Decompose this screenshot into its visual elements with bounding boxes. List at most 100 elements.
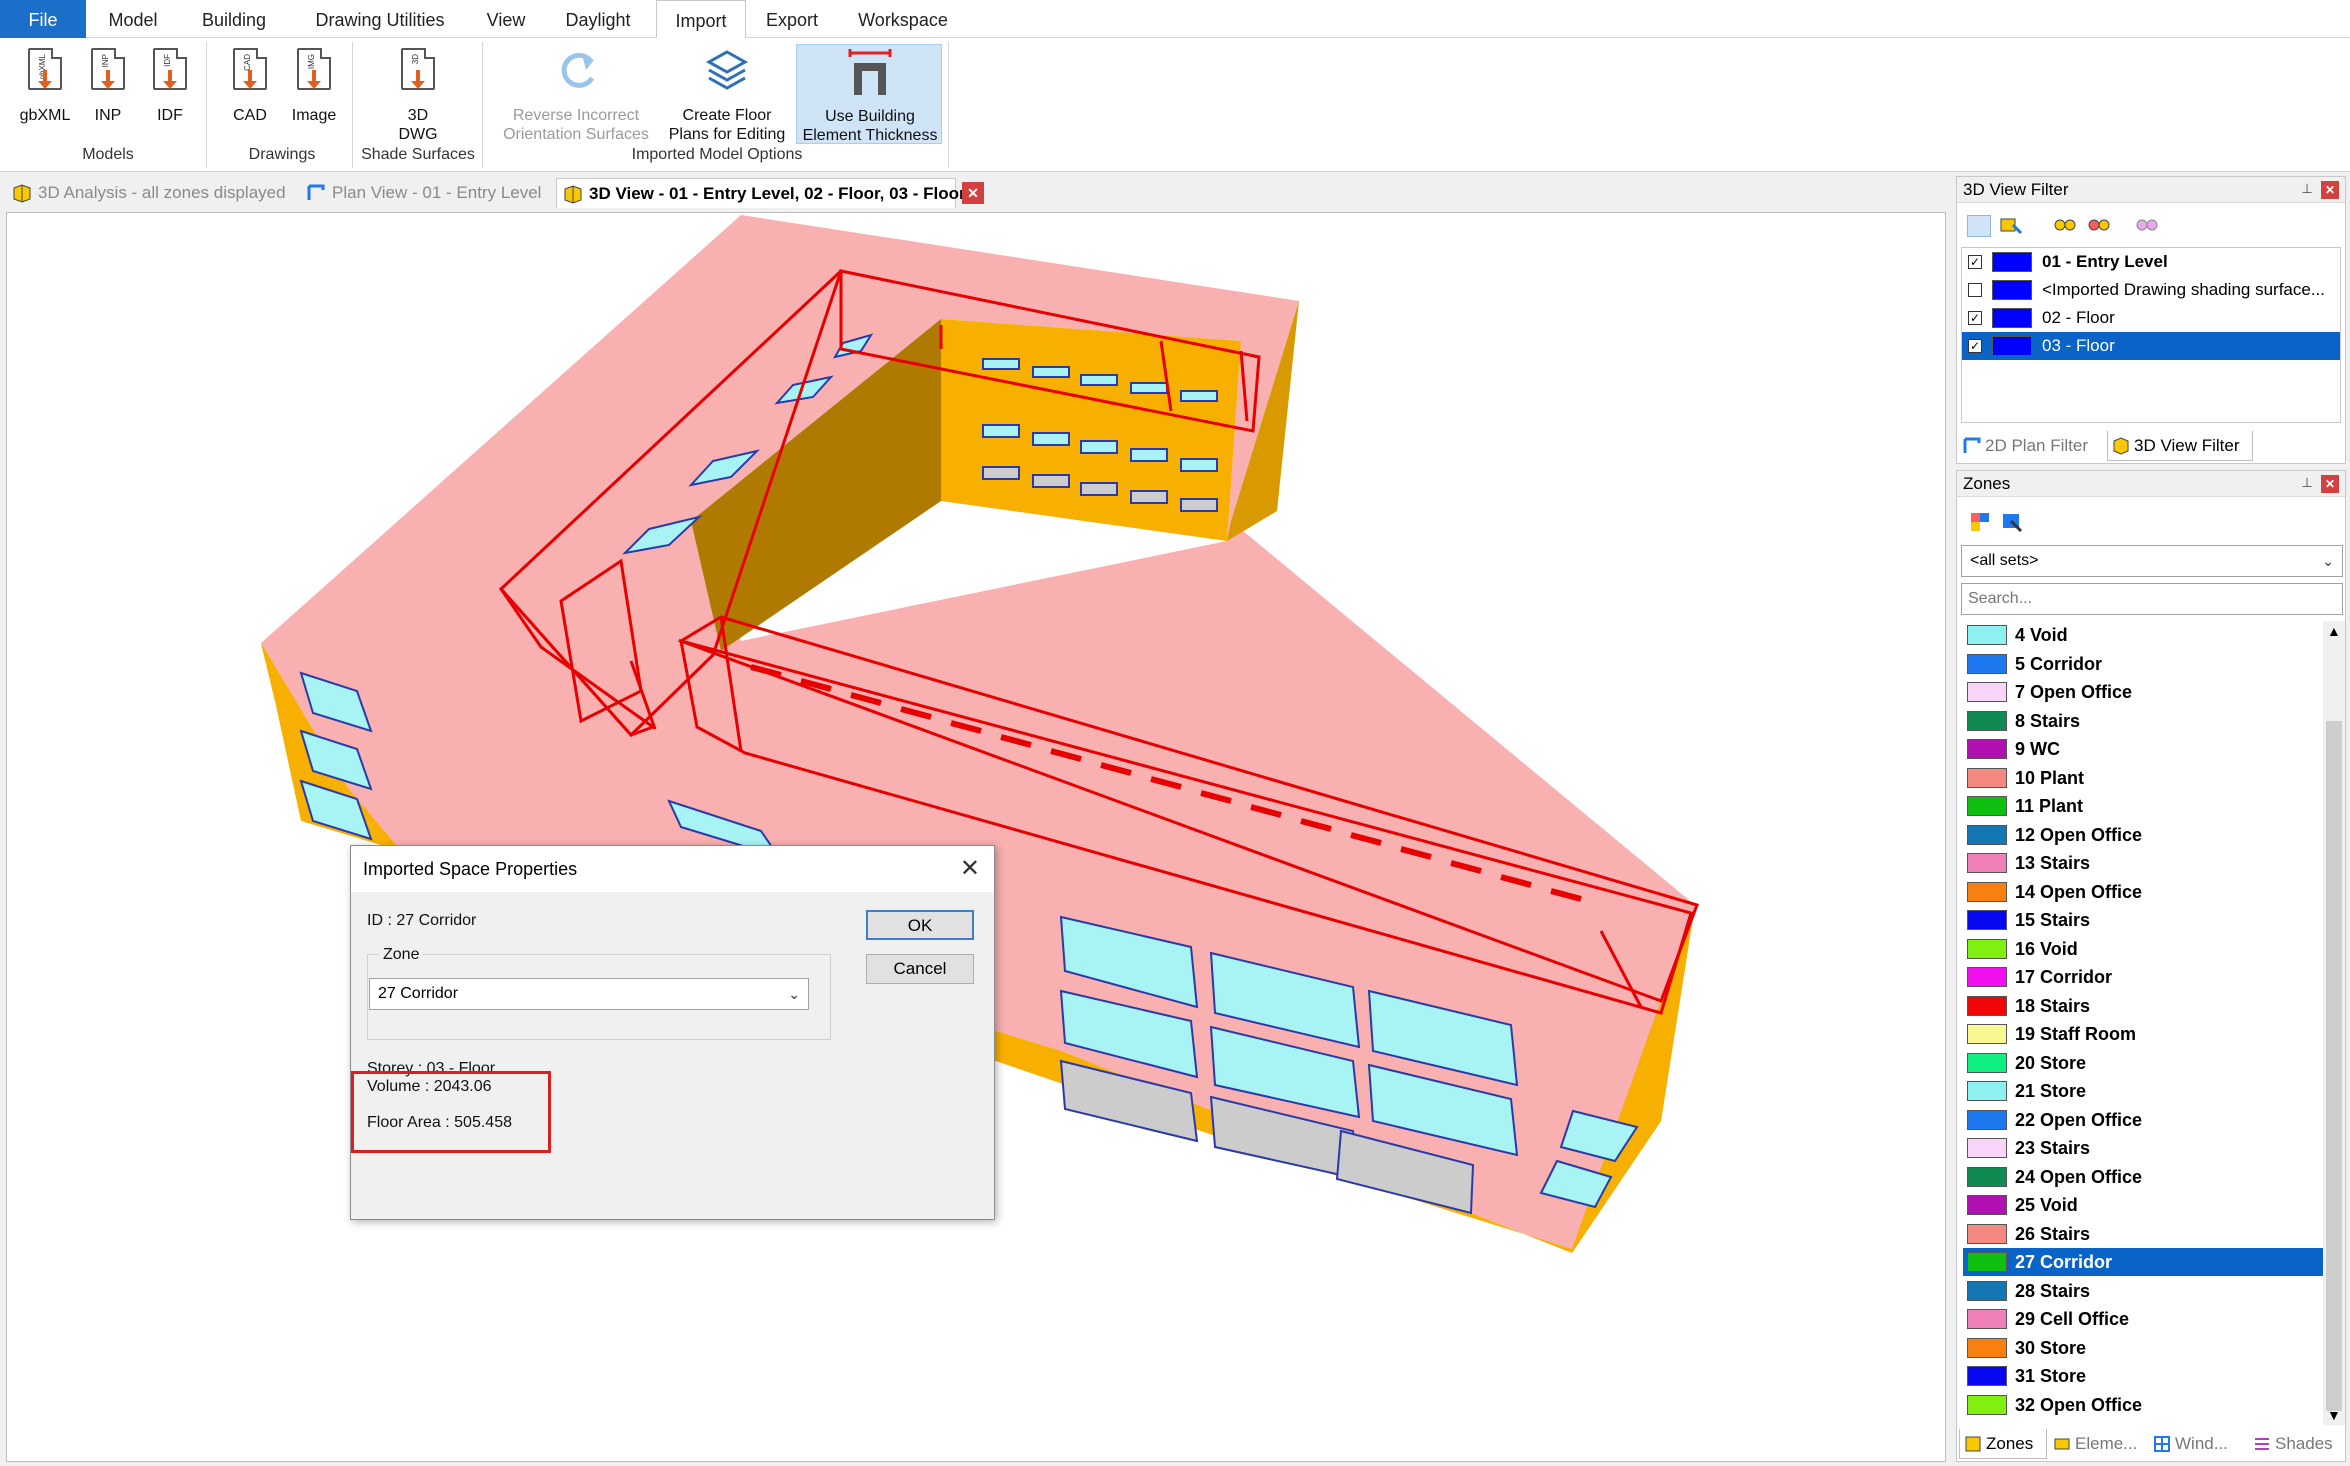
menu-tab-building[interactable]: Building	[182, 0, 286, 38]
hide-all-icon[interactable]	[2135, 215, 2159, 237]
zone-list-scrollbar[interactable]: ▲ ▼	[2323, 621, 2345, 1425]
plan-filter-icon	[1963, 437, 1981, 453]
import-image-button[interactable]: IMG Image	[286, 44, 342, 140]
zone-list-item[interactable]: 32 Open Office	[1963, 1391, 2323, 1419]
3d-viewport[interactable]	[6, 212, 1946, 1462]
zone-color-swatch	[1967, 739, 2007, 759]
panel-close-button[interactable]: ✕	[2321, 475, 2339, 493]
tab-shades[interactable]: Shades	[2249, 1429, 2345, 1459]
tab-3d-analysis[interactable]: 3D Analysis - all zones displayed	[6, 178, 296, 208]
zone-list-item[interactable]: 13 Stairs	[1963, 849, 2323, 877]
zone-list-item[interactable]: 29 Cell Office	[1963, 1305, 2323, 1333]
import-idf-button[interactable]: IDF IDF	[148, 44, 192, 140]
zone-set-select[interactable]: <all sets> ⌄	[1961, 545, 2343, 577]
zone-search-input[interactable]	[1961, 583, 2343, 615]
use-element-thickness-button[interactable]: Use Building Element Thickness	[796, 44, 942, 144]
reverse-label-line1: Reverse Incorrect	[512, 107, 640, 124]
zone-list-item[interactable]: 17 Corridor	[1963, 963, 2323, 991]
scroll-down-icon[interactable]: ▼	[2327, 1407, 2341, 1423]
menu-tab-daylight[interactable]: Daylight	[544, 0, 652, 38]
filter-item-imported-drawing[interactable]: <Imported Drawing shading surface...	[1962, 276, 2340, 304]
tab-zones[interactable]: Zones	[1959, 1429, 2047, 1459]
menu-tab-model[interactable]: Model	[88, 0, 178, 38]
zone-color-swatch	[1967, 1337, 2007, 1358]
create-floor-plans-button[interactable]: Create Floor Plans for Editing	[662, 44, 792, 144]
menu-tab-export[interactable]: Export	[750, 0, 834, 38]
zone-list-item[interactable]: 30 Store	[1963, 1334, 2323, 1362]
tab-3d-view[interactable]: 3D View - 01 - Entry Level, 02 - Floor, …	[556, 178, 966, 208]
zone-list-item[interactable]: 31 Store	[1963, 1362, 2323, 1390]
zone-list-item[interactable]: 4 Void	[1963, 621, 2323, 649]
reverse-orientation-button[interactable]: Reverse Incorrect Orientation Surfaces	[494, 44, 658, 144]
dialog-close-icon[interactable]: ✕	[960, 854, 980, 883]
zone-select[interactable]: 27 Corridor ⌄	[369, 978, 809, 1010]
pin-icon[interactable]: ⊥	[2299, 475, 2315, 491]
zone-list-item[interactable]: 8 Stairs	[1963, 707, 2323, 735]
zone-list-item[interactable]: 22 Open Office	[1963, 1106, 2323, 1134]
zone-label: 31 Store	[2015, 1366, 2087, 1386]
zone-list-item[interactable]: 26 Stairs	[1963, 1220, 2323, 1248]
zone-list-item[interactable]: 25 Void	[1963, 1191, 2323, 1219]
zone-list-item[interactable]: 9 WC	[1963, 735, 2323, 763]
panel-close-button[interactable]: ✕	[2321, 181, 2339, 199]
zone-list-item[interactable]: 7 Open Office	[1963, 678, 2323, 706]
checkbox-checked[interactable]: ✓	[1968, 255, 1982, 269]
tab-windows[interactable]: Wind...	[2149, 1429, 2247, 1459]
filter-item-entry-level[interactable]: ✓ 01 - Entry Level	[1962, 248, 2340, 276]
import-cad-button[interactable]: CAD CAD	[226, 44, 274, 140]
menu-tab-file[interactable]: File	[0, 0, 86, 38]
show-all-icon[interactable]	[2053, 215, 2077, 237]
checkbox-checked[interactable]: ✓	[1968, 311, 1982, 325]
zone-list-item[interactable]: 11 Plant	[1963, 792, 2323, 820]
zone-colors-icon[interactable]	[1969, 511, 1993, 533]
use-label-line2: Element Thickness	[802, 127, 938, 144]
zone-list-item[interactable]: 27 Corridor	[1963, 1248, 2323, 1276]
zone-label: 32 Open Office	[2015, 1394, 2143, 1415]
filter-item-02-floor[interactable]: ✓ 02 - Floor	[1962, 304, 2340, 332]
import-inp-button[interactable]: INP INP	[86, 44, 130, 140]
ok-button[interactable]: OK	[866, 910, 974, 940]
zone-list-item[interactable]: 5 Corridor	[1963, 650, 2323, 678]
tab-elements[interactable]: Eleme...	[2049, 1429, 2147, 1459]
close-tab-button[interactable]: ✕	[962, 182, 984, 204]
menu-tab-workspace[interactable]: Workspace	[838, 0, 968, 38]
zone-list-item[interactable]: 15 Stairs	[1963, 906, 2323, 934]
tab-label: Wind...	[2175, 1434, 2228, 1453]
zone-list-item[interactable]: 16 Void	[1963, 935, 2323, 963]
import-gbxml-button[interactable]: gbXML gbXML	[10, 44, 80, 140]
zone-list-item[interactable]: 18 Stairs	[1963, 992, 2323, 1020]
zone-list-item[interactable]: 12 Open Office	[1963, 821, 2323, 849]
menu-tab-drawing-utilities[interactable]: Drawing Utilities	[290, 0, 470, 38]
show-selected-icon[interactable]	[2087, 215, 2111, 237]
zone-list-item[interactable]: 14 Open Office	[1963, 878, 2323, 906]
zone-list-item[interactable]: 19 Staff Room	[1963, 1020, 2323, 1048]
zone-color-swatch	[1967, 853, 2007, 873]
filter-item-03-floor[interactable]: ✓ 03 - Floor	[1962, 332, 2340, 360]
scroll-up-icon[interactable]: ▲	[2327, 623, 2341, 639]
menu-tab-import[interactable]: Import	[656, 0, 746, 39]
zone-list-item[interactable]: 28 Stairs	[1963, 1277, 2323, 1305]
checkbox-unchecked[interactable]	[1968, 283, 1982, 297]
zone-color-swatch	[1967, 824, 2007, 845]
zone-color-swatch	[1967, 967, 2007, 987]
filter-layers-icon[interactable]	[1967, 215, 1991, 237]
zone-list-item[interactable]: 24 Open Office	[1963, 1163, 2323, 1191]
checkbox-checked[interactable]: ✓	[1968, 339, 1982, 353]
zone-list-item[interactable]: 20 Store	[1963, 1049, 2323, 1077]
cad-file-icon: CAD	[233, 48, 267, 90]
menu-tab-view[interactable]: View	[474, 0, 538, 38]
filter-edit-icon[interactable]	[1999, 215, 2023, 237]
zone-properties-icon[interactable]	[2001, 511, 2025, 533]
zone-list-item[interactable]: 10 Plant	[1963, 764, 2323, 792]
zone-list-item[interactable]: 21 Store	[1963, 1077, 2323, 1105]
pin-icon[interactable]: ⊥	[2299, 181, 2315, 197]
dwg-label-line2: DWG	[398, 126, 438, 143]
tab-plan-view[interactable]: Plan View - 01 - Entry Level	[300, 178, 550, 208]
zone-list-item[interactable]: 23 Stairs	[1963, 1134, 2323, 1162]
tab-3d-view-filter[interactable]: 3D View Filter	[2107, 431, 2253, 461]
cancel-button[interactable]: Cancel	[866, 954, 974, 984]
import-3d-dwg-button[interactable]: 3D 3D DWG	[390, 44, 446, 144]
scroll-thumb[interactable]	[2326, 721, 2342, 1411]
element-thickness-icon	[848, 49, 892, 95]
tab-2d-plan-filter[interactable]: 2D Plan Filter	[1959, 431, 2105, 461]
